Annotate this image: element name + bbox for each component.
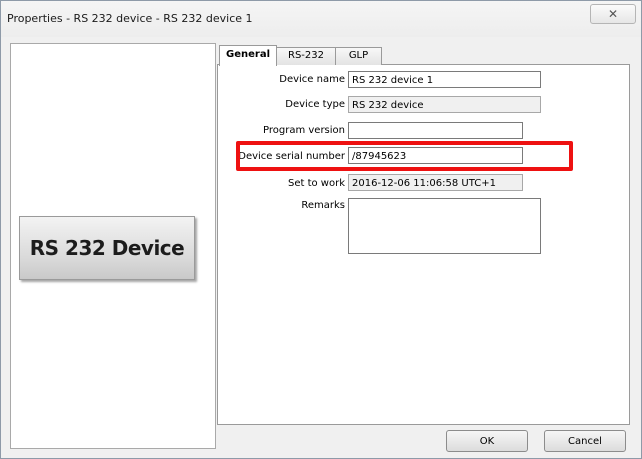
tab-glp-label: GLP (348, 50, 369, 61)
device-type-field: RS 232 device (348, 96, 541, 113)
device-type-label: Device type (285, 99, 345, 110)
device-image-label: RS 232 Device (29, 236, 185, 260)
device-name-input[interactable]: RS 232 device 1 (348, 71, 541, 88)
title-bar[interactable]: Properties - RS 232 device - RS 232 devi… (1, 1, 641, 37)
tab-rs-232-label: RS-232 (288, 50, 324, 61)
program-version-input[interactable] (348, 122, 523, 139)
serial-number-highlight (236, 141, 573, 171)
ok-button[interactable]: OK (446, 430, 528, 452)
remarks-textarea[interactable] (348, 198, 541, 254)
close-icon: ✕ (607, 7, 619, 21)
remarks-label: Remarks (301, 200, 345, 211)
tab-glp[interactable]: GLP (335, 47, 382, 65)
program-version-label: Program version (263, 125, 345, 136)
close-button[interactable]: ✕ (590, 4, 636, 24)
window-title: Properties - RS 232 device - RS 232 devi… (7, 12, 253, 25)
tab-general[interactable]: General (219, 45, 277, 66)
tab-general-label: General (226, 49, 270, 60)
device-image: RS 232 Device (19, 216, 195, 280)
cancel-button[interactable]: Cancel (544, 430, 626, 452)
device-name-label: Device name (279, 74, 345, 85)
tab-rs-232[interactable]: RS-232 (276, 47, 336, 65)
set-to-work-label: Set to work (287, 178, 345, 189)
set-to-work-field: 2016-12-06 11:06:58 UTC+1 (348, 174, 523, 191)
